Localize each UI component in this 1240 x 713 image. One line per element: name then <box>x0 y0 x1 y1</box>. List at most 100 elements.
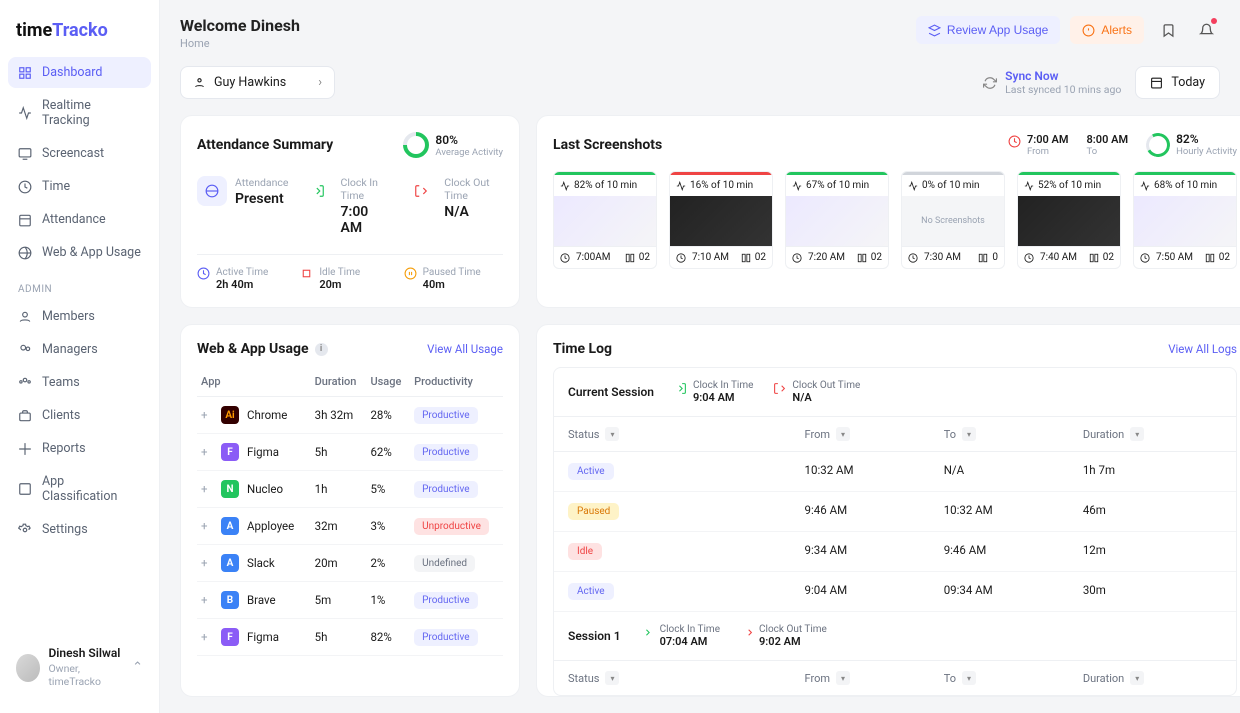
user-profile[interactable]: Dinesh Silwal Owner, timeTracko ⌃ <box>8 638 151 697</box>
calendar-icon <box>18 213 32 227</box>
productivity-badge: Productive <box>414 407 477 424</box>
status-badge: Idle <box>568 543 602 560</box>
sidebar-item-attendance[interactable]: Attendance <box>8 204 151 235</box>
productivity-badge: Undefined <box>414 555 475 572</box>
productivity-badge: Productive <box>414 592 477 609</box>
nav-label: Reports <box>42 441 86 456</box>
nav-label: Attendance <box>42 212 106 227</box>
view-all-usage-link[interactable]: View All Usage <box>427 342 503 356</box>
notification-button[interactable] <box>1192 16 1220 44</box>
usage-table: App Duration Usage Productivity +AiChrom… <box>197 367 503 656</box>
sidebar-item-reports[interactable]: Reports <box>8 433 151 464</box>
sidebar-item-realtime[interactable]: Realtime Tracking <box>8 90 151 136</box>
usage-card: Web & App Usagei View All Usage App Dura… <box>180 324 520 697</box>
status-badge: Paused <box>568 503 619 520</box>
alert-icon <box>1082 24 1095 37</box>
view-all-logs-link[interactable]: View All Logs <box>1168 342 1237 356</box>
expand-icon[interactable]: + <box>201 593 213 607</box>
date-selector[interactable]: Today <box>1135 66 1220 99</box>
admin-section-label: ADMIN <box>8 270 151 301</box>
expand-icon[interactable]: + <box>201 630 213 644</box>
layers-icon <box>928 24 941 37</box>
productivity-badge: Productive <box>414 444 477 461</box>
sync-now-link[interactable]: Sync Now <box>1005 69 1121 83</box>
sort-icon[interactable]: ▾ <box>1130 671 1144 685</box>
sort-icon[interactable]: ▾ <box>605 671 619 685</box>
sidebar-item-screencast[interactable]: Screencast <box>8 138 151 169</box>
productivity-badge: Productive <box>414 481 477 498</box>
app-icon: N <box>221 480 239 498</box>
status-badge: Active <box>568 583 614 600</box>
usage-row: +BBrave 5m 1% Productive <box>197 582 503 619</box>
logout-icon <box>773 382 786 395</box>
login-icon <box>674 382 687 395</box>
nav-label: Web & App Usage <box>42 245 141 260</box>
nav-label: Managers <box>42 342 98 357</box>
clock-icon <box>18 180 32 194</box>
sidebar-item-managers[interactable]: Managers <box>8 334 151 365</box>
chevron-right-icon: › <box>318 75 322 90</box>
sidebar-item-dashboard[interactable]: Dashboard <box>8 57 151 88</box>
screenshot-thumbnail <box>554 196 656 246</box>
calendar-icon <box>1150 76 1163 89</box>
main-content: Welcome Dinesh Home Review App Usage Ale… <box>160 0 1240 713</box>
app-icon: B <box>221 591 239 609</box>
sort-icon[interactable]: ▾ <box>1130 427 1144 441</box>
expand-icon[interactable]: + <box>201 408 213 422</box>
logout-icon <box>406 176 436 206</box>
sort-icon[interactable]: ▾ <box>836 671 850 685</box>
sidebar-item-webapp[interactable]: Web & App Usage <box>8 237 151 268</box>
hourly-ring <box>1143 130 1172 159</box>
screenshot-item[interactable]: 52% of 10 min 7:40 AM 02 <box>1017 171 1121 269</box>
card-title: Web & App Usagei <box>197 341 328 357</box>
sidebar-item-appclass[interactable]: App Classification <box>8 466 151 512</box>
user-role: Owner, timeTracko <box>48 662 124 689</box>
sidebar-item-time[interactable]: Time <box>8 171 151 202</box>
nav-label: Settings <box>42 522 88 537</box>
sidebar-item-members[interactable]: Members <box>8 301 151 332</box>
nav-label: Screencast <box>42 146 104 161</box>
activity-ring <box>398 127 435 164</box>
screenshot-item[interactable]: 82% of 10 min 7:00AM 02 <box>553 171 657 269</box>
activity-label: Average Activity <box>435 147 503 158</box>
review-app-usage-button[interactable]: Review App Usage <box>916 16 1060 44</box>
globe-icon <box>18 246 32 260</box>
productivity-badge: Unproductive <box>414 518 489 535</box>
clock-icon <box>1008 135 1021 148</box>
timelog-row: Idle 9:34 AM 9:46 AM 12m <box>554 532 1236 572</box>
screenshot-thumbnail <box>786 196 888 246</box>
timelog-row: Active 10:32 AM N/A 1h 7m <box>554 452 1236 492</box>
expand-icon[interactable]: + <box>201 556 213 570</box>
sort-icon[interactable]: ▾ <box>836 427 850 441</box>
sort-icon[interactable]: ▾ <box>605 427 619 441</box>
app-icon: F <box>221 628 239 646</box>
bookmark-button[interactable] <box>1154 16 1182 44</box>
sidebar-item-clients[interactable]: Clients <box>8 400 151 431</box>
screenshot-item[interactable]: 67% of 10 min 7:20 AM 02 <box>785 171 889 269</box>
expand-icon[interactable]: + <box>201 519 213 533</box>
screenshot-item[interactable]: 0% of 10 min No Screenshots 7:30 AM 0 <box>901 171 1005 269</box>
person-selector[interactable]: Guy Hawkins › <box>180 66 335 99</box>
app-icon: A <box>221 517 239 535</box>
app-icon: Ai <box>221 406 239 424</box>
card-title: Last Screenshots <box>553 137 662 153</box>
expand-icon[interactable]: + <box>201 482 213 496</box>
usage-row: +FFigma 5h 82% Productive <box>197 619 503 656</box>
alerts-button[interactable]: Alerts <box>1070 16 1144 44</box>
sidebar-item-settings[interactable]: Settings <box>8 514 151 545</box>
grid-icon <box>18 482 32 496</box>
logo: timeTracko <box>8 16 151 57</box>
person-icon <box>193 76 206 89</box>
sidebar-item-teams[interactable]: Teams <box>8 367 151 398</box>
sort-icon[interactable]: ▾ <box>962 671 976 685</box>
timelog-box: Current Session Clock In Time9:04 AM Clo… <box>553 367 1237 696</box>
timelog-card: Time Log View All Logs Current Session C… <box>536 324 1240 697</box>
info-icon[interactable]: i <box>315 343 328 356</box>
sort-icon[interactable]: ▾ <box>962 427 976 441</box>
screenshot-item[interactable]: 68% of 10 min 7:50 AM 02 <box>1133 171 1237 269</box>
idle-icon <box>300 267 313 280</box>
screenshot-item[interactable]: 16% of 10 min 7:10 AM 02 <box>669 171 773 269</box>
app-icon: F <box>221 443 239 461</box>
page-title: Welcome Dinesh <box>180 16 300 35</box>
expand-icon[interactable]: + <box>201 445 213 459</box>
